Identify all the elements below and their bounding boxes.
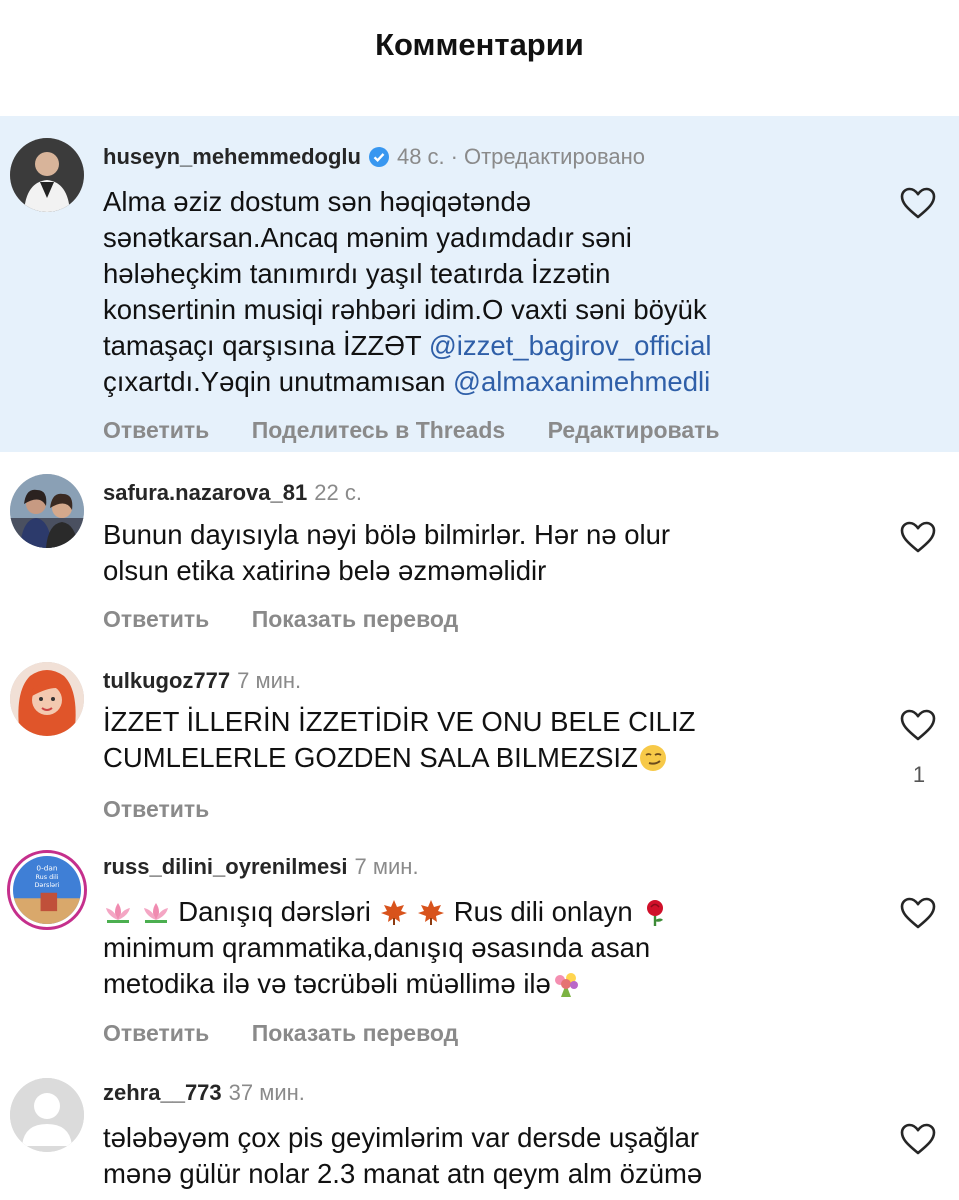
edited-label: Отредактировано (463, 144, 646, 169)
comment-text: Alma əziz dostum sən həqiqətəndə sənətka… (103, 184, 843, 400)
comment-line: hələheçkim tanımırdı yaşıl teatırda İzzə… (103, 258, 611, 289)
reply-button[interactable]: Ответить (103, 1020, 209, 1046)
comment-line: Alma əziz dostum sən həqiqətəndə (103, 186, 532, 217)
comment-actions: Ответить (103, 796, 245, 823)
comment-text: İZZET İLLERİN İZZETİDİR VE ONU BELE CILI… (103, 704, 843, 776)
comment-line: tamaşaçı qarşısına İZZƏT @izzet_bagirov_… (103, 328, 843, 364)
reply-button[interactable]: Ответить (103, 417, 209, 443)
mention-link[interactable]: @izzet_bagirov_official (429, 330, 712, 361)
comment-meta: russ_dilini_oyrenilmesi 7 мин. (103, 854, 419, 880)
comment-meta: safura.nazarova_81 22 с. (103, 480, 362, 506)
comment-line-text: çıxartdı.Yəqin unutmamısan (103, 366, 454, 397)
username[interactable]: tulkugoz777 (103, 668, 230, 694)
comment-line: CUMLELERLE GOZDEN SALA BILMEZSIZ (103, 740, 843, 776)
comment-line: Bunun dayısıyla nəyi bölə bilmirlər. Hər… (103, 519, 671, 550)
comment-line-text: metodika ilə və təcrübəli müəllimə ilə (103, 968, 551, 999)
comment-text: Bunun dayısıyla nəyi bölə bilmirlər. Hər… (103, 517, 843, 589)
reply-button[interactable]: Ответить (103, 796, 209, 822)
comment-item: safura.nazarova_81 22 с. Bunun dayısıyla… (0, 452, 959, 642)
comment-time: 7 мин. (354, 854, 419, 879)
avatar-logo-text: 0-dan (36, 864, 57, 873)
comment-meta: huseyn_mehemmedoglu 48 с. · Отредактиров… (103, 144, 645, 170)
maple-leaf-emoji-icon (416, 898, 446, 926)
like-count: 1 (912, 762, 926, 787)
comment-actions: Ответить Поделитесь в Threads Редактиров… (103, 417, 756, 444)
comment-line-text: Danışıq dərsləri (170, 896, 371, 927)
comment-line-text: tamaşaçı qarşısına İZZƏT (103, 330, 429, 361)
comment-text: tələbəyəm çox pis geyimlərim var dersde … (103, 1120, 843, 1192)
smirk-emoji-icon (638, 744, 668, 772)
show-translation-button[interactable]: Показать перевод (252, 1020, 459, 1046)
comment-text: Danışıq dərsləri Rus dili onlayn minimum… (103, 894, 843, 1002)
username[interactable]: safura.nazarova_81 (103, 480, 307, 506)
maple-leaf-emoji-icon (379, 898, 409, 926)
share-threads-button[interactable]: Поделитесь в Threads (252, 417, 506, 443)
username[interactable]: huseyn_mehemmedoglu (103, 144, 361, 170)
comment-line: sənətkarsan.Ancaq mənim yadımdadır səni (103, 222, 632, 253)
lotus-emoji-icon (141, 898, 171, 926)
comment-line: İZZET İLLERİN İZZETİDİR VE ONU BELE CILI… (103, 706, 696, 737)
mention-link[interactable]: @almaxanimehmedli (453, 366, 710, 397)
comment-meta: zehra__773 37 мин. (103, 1080, 305, 1106)
comment-line: olsun etika xatirinə belə əzməməlidir (103, 555, 547, 586)
avatar-logo-text: Dərsləri (34, 881, 59, 889)
comment-line-text: Rus dili onlayn (446, 896, 633, 927)
separator-dot: · (450, 144, 458, 169)
avatar-logo-text: Rus dili (35, 873, 58, 881)
heart-icon[interactable] (899, 186, 937, 220)
comment-time: 48 с. (396, 144, 445, 169)
comment-line-text: CUMLELERLE GOZDEN SALA BILMEZSIZ (103, 742, 638, 773)
comment-item: tulkugoz777 7 мин. İZZET İLLERİN İZZETİD… (0, 642, 959, 832)
comment-line: mənə gülür nolar 2.3 manat atn qeym alm … (103, 1158, 703, 1189)
avatar[interactable] (10, 138, 84, 212)
heart-icon[interactable] (899, 708, 937, 742)
avatar[interactable] (10, 662, 84, 736)
avatar[interactable] (10, 1078, 84, 1152)
comment-actions: Ответить Показать перевод (103, 606, 494, 633)
bouquet-emoji-icon (551, 970, 581, 998)
comment-time: 37 мин. (228, 1080, 305, 1105)
heart-icon[interactable] (899, 1122, 937, 1156)
avatar[interactable]: 0-dan Rus dili Dərsləri (7, 850, 87, 930)
default-avatar-icon (10, 1078, 84, 1152)
heart-icon[interactable] (899, 520, 937, 554)
heart-icon[interactable] (899, 896, 937, 930)
avatar[interactable] (10, 474, 84, 548)
comment-time: 7 мин. (237, 668, 302, 693)
comments-header: Комментарии (0, 0, 959, 100)
comment-actions: Ответить Показать перевод (103, 1020, 494, 1047)
comment-time: 22 с. (314, 480, 362, 505)
comment-line: minimum qrammatika,danışıq əsasında asan (103, 932, 651, 963)
comment-item: zehra__773 37 мин. tələbəyəm çox pis gey… (0, 1072, 959, 1200)
comment-meta: tulkugoz777 7 мин. (103, 668, 301, 694)
rose-emoji-icon (640, 898, 670, 926)
comment-item: huseyn_mehemmedoglu 48 с. · Отредактиров… (0, 116, 959, 452)
comment-line: tələbəyəm çox pis geyimlərim var dersde … (103, 1122, 700, 1153)
lotus-emoji-icon (103, 898, 133, 926)
username[interactable]: russ_dilini_oyrenilmesi (103, 854, 348, 880)
comment-line: konsertinin musiqi rəhbəri idim.O vaxti … (103, 294, 707, 325)
reply-button[interactable]: Ответить (103, 606, 209, 632)
comment-line: Danışıq dərsləri Rus dili onlayn (103, 894, 843, 930)
page-title: Комментарии (375, 27, 584, 62)
edit-button[interactable]: Редактировать (548, 417, 720, 443)
comment-line: çıxartdı.Yəqin unutmamısan @almaxanimehm… (103, 364, 843, 400)
verified-badge-icon (368, 146, 390, 168)
comment-item: 0-dan Rus dili Dərsləri russ_dilini_oyre… (0, 832, 959, 1072)
show-translation-button[interactable]: Показать перевод (252, 606, 459, 632)
comment-line: metodika ilə və təcrübəli müəllimə ilə (103, 966, 843, 1002)
username[interactable]: zehra__773 (103, 1080, 222, 1106)
